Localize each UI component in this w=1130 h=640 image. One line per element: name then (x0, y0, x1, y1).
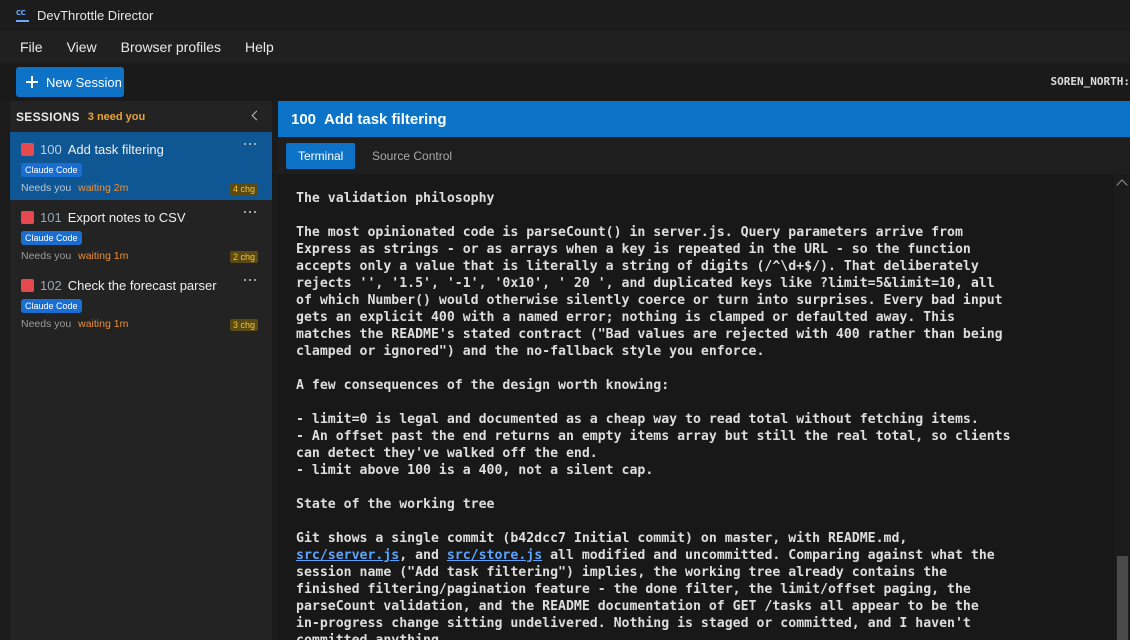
terminal-line: gets an explicit 400 with a named error;… (296, 310, 955, 325)
needs-you-label: Needs you (21, 318, 72, 330)
new-session-button[interactable]: New Session (16, 67, 124, 97)
session-number: 102 (40, 277, 62, 293)
needs-you-label: Needs you (21, 250, 72, 262)
session-item-102[interactable]: 102 Check the forecast parser Claude Cod… (10, 268, 272, 336)
terminal-line: rejects '', '1.5', '-1', '0x10', ' 20 ',… (296, 276, 995, 291)
session-name: Add task filtering (67, 141, 164, 157)
agent-badge: Claude Code (21, 163, 82, 177)
title-bar: CC DevThrottle Director (0, 0, 1130, 31)
agent-badge: Claude Code (21, 231, 82, 245)
session-number: 100 (40, 141, 62, 157)
session-item-101[interactable]: 101 Export notes to CSV Claude Code Need… (10, 200, 272, 268)
changes-badge: 4 chg (229, 183, 258, 195)
app-logo-icon: CC (16, 9, 30, 22)
terminal-line: finished filtering/pagination feature - … (296, 582, 971, 597)
terminal-line: can detect they've walked off the end. (296, 446, 598, 461)
file-link[interactable]: src/store.js (447, 548, 542, 563)
terminal-line: src/server.js, and src/store.js all modi… (296, 548, 995, 563)
terminal-line: - An offset past the end returns an empt… (296, 429, 1011, 444)
session-name: Export notes to CSV (67, 209, 186, 225)
waiting-time: waiting 2m (78, 182, 129, 194)
terminal-line: The most opinionated code is parseCount(… (296, 225, 963, 240)
new-session-label: New Session (46, 74, 122, 90)
session-name: Check the forecast parser (67, 277, 217, 293)
stop-icon[interactable] (21, 142, 34, 156)
terminal-line: of which Number() would otherwise silent… (296, 293, 1003, 308)
terminal-line: committed anything. (296, 632, 1111, 640)
toolbar: New Session SOREN_NORTH: (0, 63, 1130, 101)
session-header-title: Add task filtering (324, 110, 447, 128)
chevron-left-icon[interactable] (250, 110, 260, 122)
agent-badge: Claude Code (21, 299, 82, 313)
need-you-count: 3 need you (87, 110, 146, 123)
sessions-sidebar: SESSIONS 3 need you 100 Add task filteri… (10, 101, 272, 640)
plus-icon (26, 76, 38, 88)
terminal-line: - limit above 100 is a 400, not a silent… (296, 463, 654, 478)
stop-icon[interactable] (21, 210, 34, 224)
more-icon[interactable] (244, 143, 256, 146)
sessions-heading: SESSIONS (16, 109, 80, 124)
menu-browser-profiles[interactable]: Browser profiles (121, 39, 221, 55)
terminal-line: Git shows a single commit (b42dcc7 Initi… (296, 531, 908, 546)
tab-source-control[interactable]: Source Control (360, 143, 464, 169)
tab-bar: Terminal Source Control (278, 137, 1130, 174)
terminal-line: Express as strings - or as arrays when a… (296, 242, 971, 257)
changes-badge: 3 chg (229, 319, 258, 331)
session-number: 101 (40, 209, 62, 225)
more-icon[interactable] (244, 279, 256, 282)
terminal-text: The validation philosophy The most opini… (296, 190, 1111, 640)
terminal-line: parseCount validation, and the README do… (296, 599, 979, 614)
scrollbar-thumb[interactable] (1117, 556, 1128, 640)
terminal-scrollbar[interactable] (1114, 174, 1130, 640)
terminal-line: in-progress change sitting undelivered. … (296, 616, 971, 631)
terminal-line: A few consequences of the design worth k… (296, 378, 670, 393)
user-label: SOREN_NORTH: (1050, 75, 1130, 88)
terminal-line: State of the working tree (296, 497, 495, 512)
menu-view[interactable]: View (67, 39, 97, 55)
terminal-output[interactable]: The validation philosophy The most opini… (278, 174, 1130, 640)
terminal-line: - limit=0 is legal and documented as a c… (296, 412, 979, 427)
more-icon[interactable] (244, 211, 256, 214)
terminal-line: The validation philosophy (296, 191, 495, 206)
terminal-line: accepts only a value that is literally a… (296, 259, 979, 274)
stop-icon[interactable] (21, 278, 34, 292)
session-header-number: 100 (291, 110, 317, 128)
session-item-100[interactable]: 100 Add task filtering Claude Code Needs… (10, 132, 272, 200)
menu-help[interactable]: Help (245, 39, 274, 55)
waiting-time: waiting 1m (78, 250, 129, 262)
session-header: 100 Add task filtering (278, 101, 1130, 137)
menu-bar: File View Browser profiles Help (0, 31, 1130, 63)
tab-terminal[interactable]: Terminal (286, 143, 356, 169)
terminal-line: clamped or ignored") and the no-fallback… (296, 344, 765, 359)
menu-file[interactable]: File (20, 39, 43, 55)
waiting-time: waiting 1m (78, 318, 129, 330)
chevron-up-icon[interactable] (1116, 179, 1128, 191)
window-title: DevThrottle Director (37, 8, 154, 23)
changes-badge: 2 chg (229, 251, 258, 263)
terminal-line: matches the README's stated contract ("B… (296, 327, 1003, 342)
sidebar-header: SESSIONS 3 need you (10, 101, 272, 132)
file-link[interactable]: src/server.js (296, 548, 399, 563)
needs-you-label: Needs you (21, 182, 72, 194)
terminal-line: session name ("Add task filtering") impl… (296, 565, 948, 580)
